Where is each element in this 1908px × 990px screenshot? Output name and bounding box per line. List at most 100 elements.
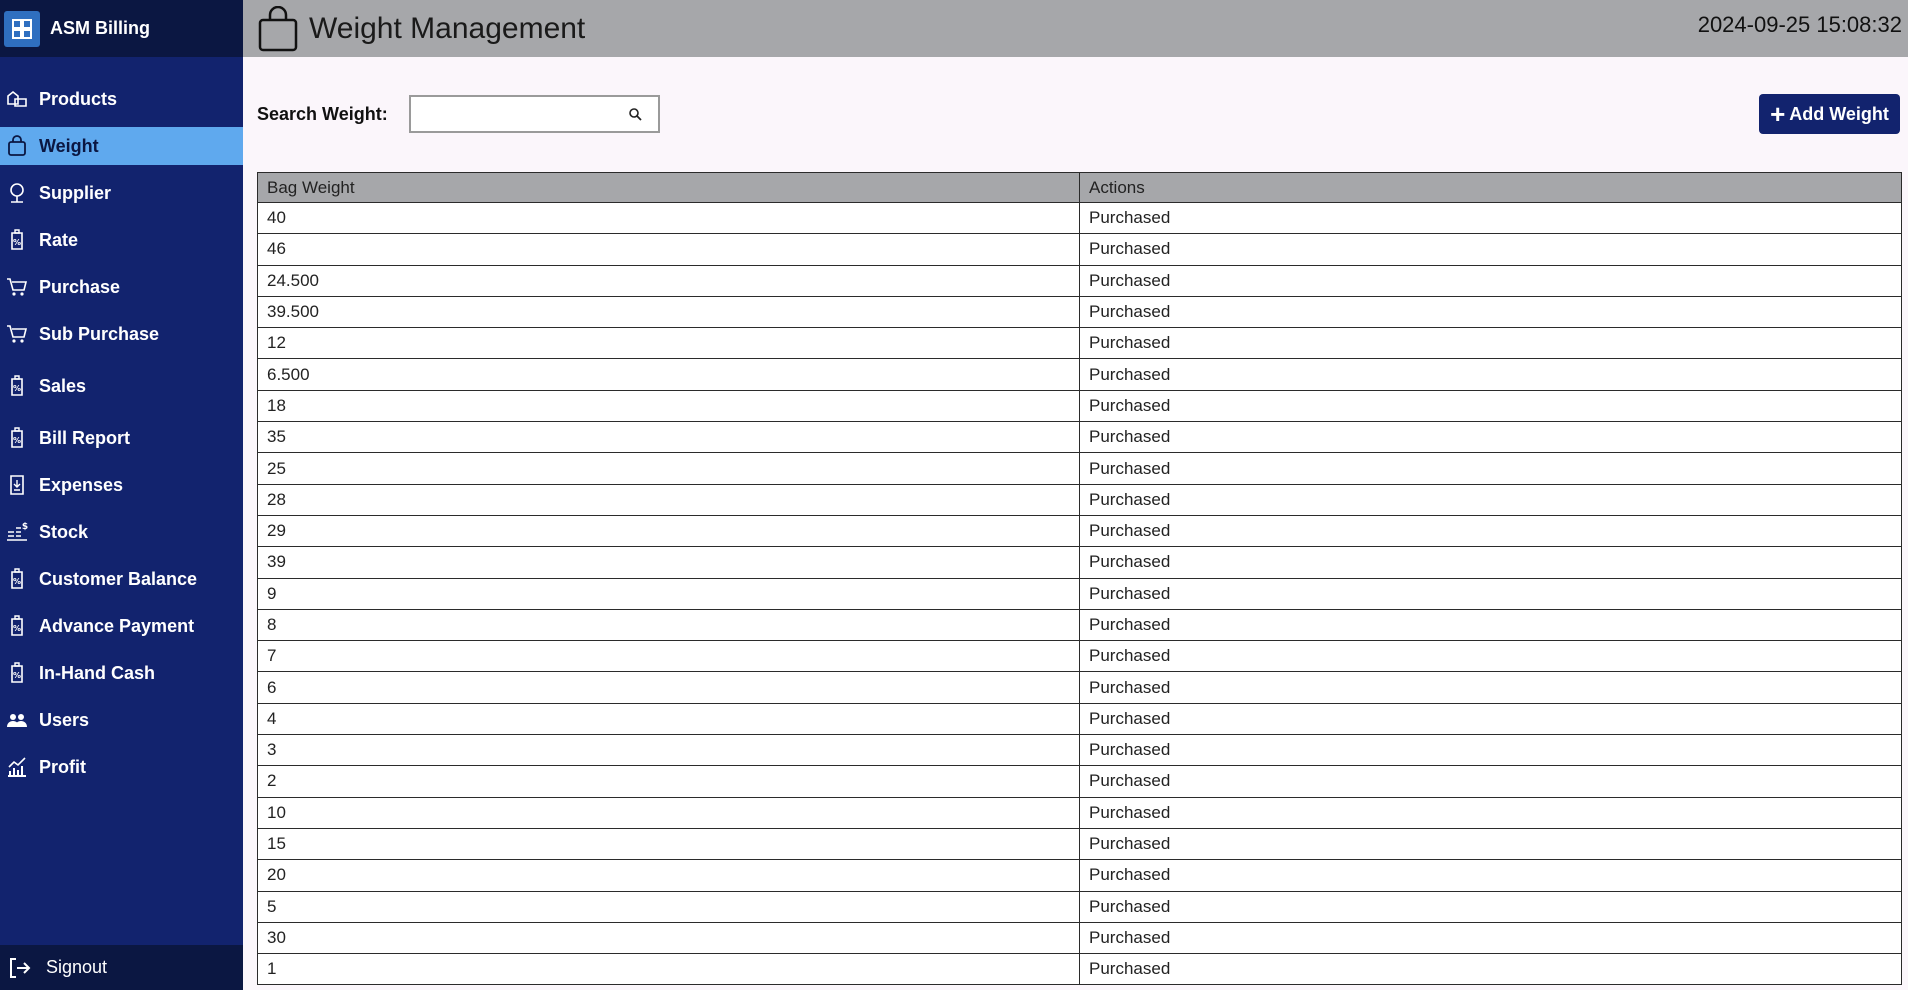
- sidebar-item-weight[interactable]: Weight: [0, 127, 243, 165]
- sidebar-item-in-hand-cash[interactable]: % In-Hand Cash: [0, 654, 243, 692]
- table-row[interactable]: 6 Purchased: [257, 671, 1902, 704]
- tag-icon: %: [4, 613, 30, 639]
- svg-text:%: %: [13, 671, 21, 680]
- table-row[interactable]: 9 Purchased: [257, 577, 1902, 610]
- bag-weight-cell: 8: [257, 608, 1080, 642]
- table-row[interactable]: 46 Purchased: [257, 233, 1902, 266]
- signout-button[interactable]: Signout: [0, 945, 243, 990]
- table-row[interactable]: 24.500 Purchased: [257, 264, 1902, 297]
- actions-cell: Purchased: [1079, 421, 1902, 454]
- table-row[interactable]: 15 Purchased: [257, 827, 1902, 861]
- sidebar-item-label: Sub Purchase: [39, 323, 160, 344]
- bag-icon: [258, 5, 298, 51]
- app-grid-icon: [4, 10, 40, 47]
- table-row[interactable]: 25 Purchased: [257, 452, 1902, 485]
- search-icon[interactable]: [628, 107, 642, 121]
- bag-weight-cell: 6.500: [257, 358, 1080, 391]
- add-weight-button[interactable]: + Add Weight: [1759, 94, 1900, 134]
- table-row[interactable]: 39 Purchased: [257, 546, 1902, 579]
- bag-weight-cell: 2: [257, 765, 1080, 798]
- table-row[interactable]: 12 Purchased: [257, 327, 1902, 360]
- actions-cell: Purchased: [1079, 233, 1902, 266]
- sidebar-item-customer-balance[interactable]: % Customer Balance: [0, 560, 243, 598]
- sidebar-item-profit[interactable]: Profit: [0, 748, 243, 786]
- actions-cell: Purchased: [1079, 953, 1902, 986]
- users-icon: [4, 707, 30, 733]
- sidebar-item-label: Customer Balance: [39, 568, 198, 589]
- table-row[interactable]: 5 Purchased: [257, 890, 1902, 923]
- sidebar-item-expenses[interactable]: Expenses: [0, 466, 243, 504]
- table-row[interactable]: 7 Purchased: [257, 640, 1902, 673]
- table-row[interactable]: 20 Purchased: [257, 859, 1902, 892]
- bag-weight-cell: 39.500: [257, 295, 1080, 329]
- actions-cell: Purchased: [1079, 483, 1902, 516]
- sidebar-item-sales[interactable]: % Sales: [0, 367, 243, 405]
- table-row[interactable]: 2 Purchased: [257, 765, 1902, 798]
- sidebar-item-products[interactable]: Products: [0, 80, 243, 118]
- bag-weight-cell: 24.500: [257, 264, 1080, 297]
- table-row[interactable]: 35 Purchased: [257, 421, 1902, 454]
- table-row[interactable]: 18 Purchased: [257, 389, 1902, 423]
- bag-weight-cell: 3: [257, 734, 1080, 767]
- bag-icon: [4, 133, 30, 159]
- sidebar-item-label: Users: [39, 709, 90, 730]
- sidebar-item-label: Profit: [39, 756, 86, 777]
- bag-weight-cell: 46: [257, 233, 1080, 266]
- bag-weight-cell: 29: [257, 514, 1080, 548]
- bag-weight-cell: 40: [257, 201, 1080, 235]
- svg-text:%: %: [13, 436, 21, 445]
- table-row[interactable]: 28 Purchased: [257, 483, 1902, 516]
- actions-cell: Purchased: [1079, 608, 1902, 642]
- sidebar-item-purchase[interactable]: Purchase: [0, 268, 243, 306]
- column-header-actions[interactable]: Actions: [1079, 172, 1902, 203]
- products-icon: [4, 86, 30, 112]
- cart-icon: [4, 274, 30, 300]
- plus-icon: +: [1770, 99, 1786, 129]
- sidebar-item-sub-purchase[interactable]: Sub Purchase: [0, 315, 243, 353]
- stock-icon: $: [4, 519, 30, 545]
- tag-icon: %: [4, 227, 30, 253]
- bag-weight-cell: 9: [257, 577, 1080, 610]
- sidebar-item-label: Advance Payment: [39, 615, 195, 636]
- bag-weight-cell: 7: [257, 640, 1080, 673]
- sidebar-item-supplier[interactable]: Supplier: [0, 174, 243, 212]
- search-input[interactable]: [411, 97, 611, 131]
- sidebar-item-bill-report[interactable]: % Bill Report: [0, 419, 243, 457]
- chart-icon: [4, 754, 30, 780]
- table-row[interactable]: 30 Purchased: [257, 921, 1902, 955]
- table-row[interactable]: 3 Purchased: [257, 734, 1902, 767]
- column-header-bag-weight[interactable]: Bag Weight: [257, 172, 1080, 203]
- signout-label: Signout: [46, 957, 108, 977]
- sidebar-item-advance-payment[interactable]: % Advance Payment: [0, 607, 243, 645]
- bag-weight-cell: 35: [257, 421, 1080, 454]
- actions-cell: Purchased: [1079, 640, 1902, 673]
- table-row[interactable]: 10 Purchased: [257, 796, 1902, 829]
- table-row[interactable]: 39.500 Purchased: [257, 295, 1902, 329]
- bag-weight-cell: 5: [257, 890, 1080, 923]
- table-row[interactable]: 4 Purchased: [257, 702, 1902, 736]
- page-header: Weight Management 2024-09-25 15:08:32: [243, 0, 1908, 57]
- app-title: ASM Billing: [50, 18, 150, 38]
- bag-weight-cell: 18: [257, 389, 1080, 423]
- table-row[interactable]: 40 Purchased: [257, 201, 1902, 235]
- page-title: Weight Management: [309, 11, 586, 45]
- svg-text:%: %: [13, 624, 21, 633]
- brand: ASM Billing: [0, 0, 243, 57]
- bag-weight-cell: 20: [257, 859, 1080, 892]
- table-row[interactable]: 8 Purchased: [257, 608, 1902, 642]
- bag-weight-cell: 28: [257, 483, 1080, 516]
- tag-icon: %: [4, 425, 30, 451]
- actions-cell: Purchased: [1079, 201, 1902, 235]
- svg-text:%: %: [13, 577, 21, 586]
- sidebar-item-stock[interactable]: $ Stock: [0, 513, 243, 551]
- actions-cell: Purchased: [1079, 327, 1902, 360]
- table-row[interactable]: 1 Purchased: [257, 953, 1902, 986]
- weight-table: Bag Weight Actions 40 Purchased 46 Purchase…: [257, 172, 1902, 986]
- actions-cell: Purchased: [1079, 921, 1902, 955]
- sidebar-item-users[interactable]: Users: [0, 701, 243, 739]
- sidebar-item-label: Rate: [39, 229, 79, 250]
- table-row[interactable]: 6.500 Purchased: [257, 358, 1902, 391]
- sidebar-item-rate[interactable]: % Rate: [0, 221, 243, 259]
- table-row[interactable]: 29 Purchased: [257, 514, 1902, 548]
- sidebar: ASM Billing Products Weight Supplier% Rate P…: [0, 0, 243, 990]
